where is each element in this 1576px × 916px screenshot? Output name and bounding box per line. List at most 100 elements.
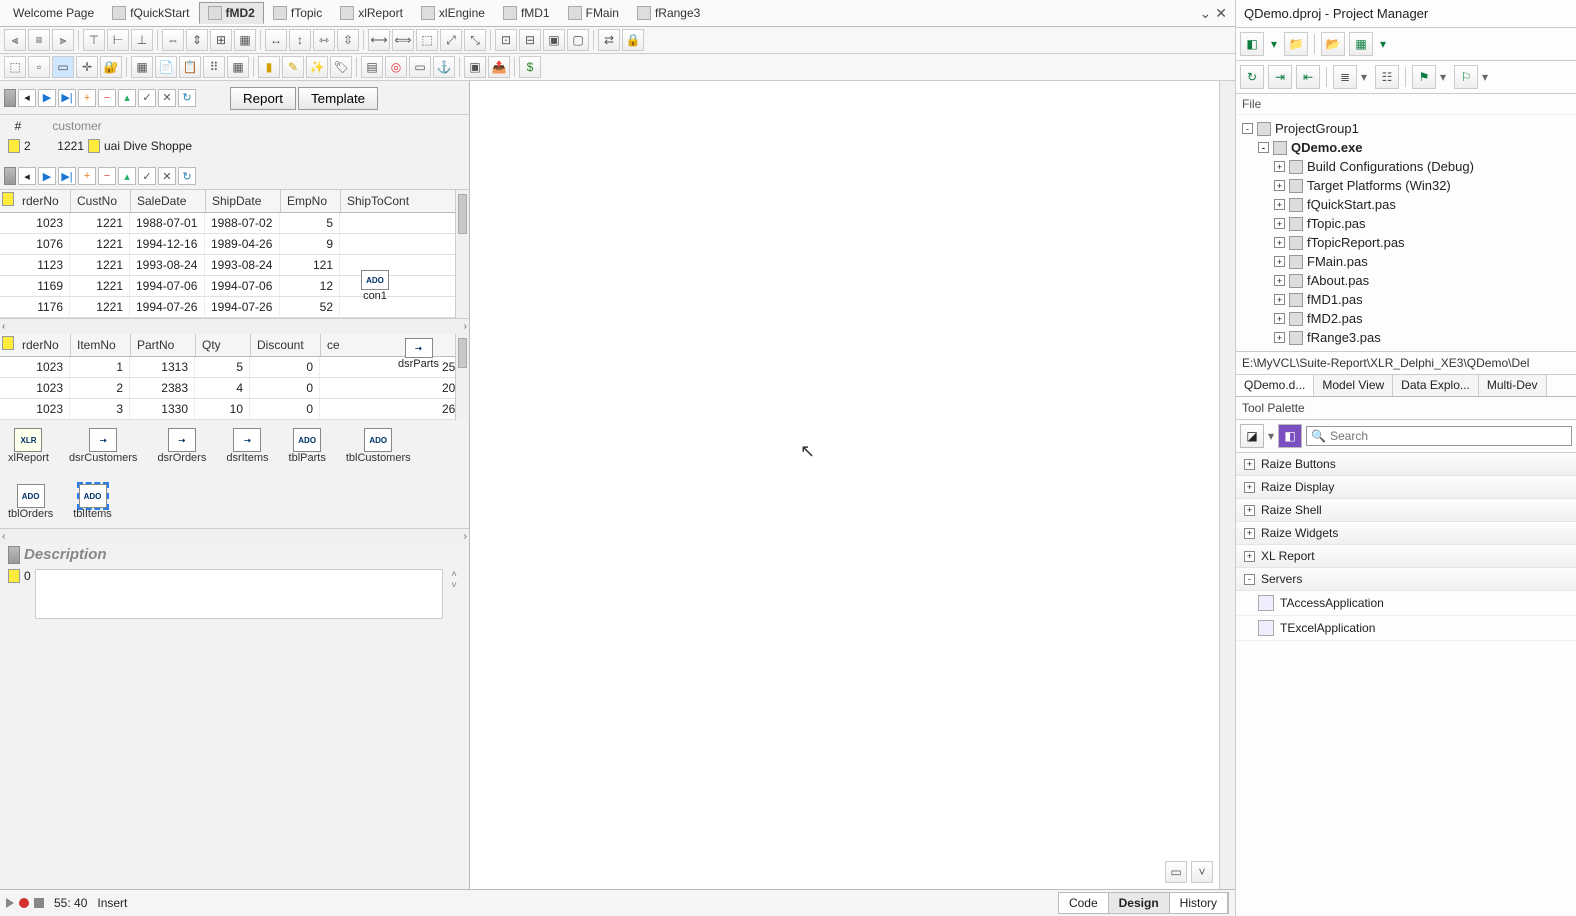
page-icon[interactable]: 📄 bbox=[155, 56, 177, 78]
palette-category[interactable]: +Raize Buttons bbox=[1236, 453, 1576, 476]
hscroll-orders[interactable]: ‹› bbox=[0, 318, 469, 334]
tab-dataexplorer[interactable]: Data Explo... bbox=[1393, 375, 1479, 396]
align-bounds-icon[interactable]: ⊞ bbox=[210, 29, 232, 51]
col-shipdate[interactable]: ShipDate bbox=[206, 190, 281, 212]
col-itemno[interactable]: ItemNo bbox=[71, 334, 131, 356]
palette-category[interactable]: -Servers bbox=[1236, 568, 1576, 591]
dropdown-icon[interactable]: ▾ bbox=[1482, 70, 1492, 84]
tab-xlreport[interactable]: xlReport bbox=[331, 2, 412, 24]
description-input[interactable] bbox=[35, 569, 443, 619]
expand-icon[interactable]: + bbox=[1274, 294, 1285, 305]
grid-icon[interactable]: ▦ bbox=[131, 56, 153, 78]
tab-welcome[interactable]: Welcome Page bbox=[4, 2, 103, 24]
stop-led-icon[interactable] bbox=[34, 898, 44, 908]
center-v-icon[interactable]: ⊟ bbox=[519, 29, 541, 51]
tab-multidev[interactable]: Multi-Dev bbox=[1479, 375, 1547, 396]
group-icon[interactable]: ▦ bbox=[227, 56, 249, 78]
expand-icon[interactable]: + bbox=[1274, 275, 1285, 286]
nav-next-icon[interactable]: ▶| bbox=[58, 167, 76, 185]
dropdown-icon[interactable]: ▾ bbox=[1268, 429, 1274, 443]
palette-search-input[interactable] bbox=[1330, 429, 1567, 443]
highlight-icon[interactable]: ▮ bbox=[258, 56, 280, 78]
nav-handle-icon[interactable] bbox=[4, 167, 16, 185]
col-orderno[interactable]: rderNo bbox=[16, 190, 71, 212]
new-icon[interactable]: ▭ bbox=[409, 56, 431, 78]
tree-node[interactable]: +fTopic.pas bbox=[1242, 214, 1570, 233]
dropdown-icon[interactable]: ▾ bbox=[1377, 32, 1389, 56]
size-both-icon[interactable]: ⬚ bbox=[416, 29, 438, 51]
nav-delete-icon[interactable]: − bbox=[98, 89, 116, 107]
nav-cancel-icon[interactable]: ✕ bbox=[158, 89, 176, 107]
component-dsrparts[interactable]: ⇢dsrParts bbox=[398, 338, 439, 370]
center-h-icon[interactable]: ⊡ bbox=[495, 29, 517, 51]
nav-insert-icon[interactable]: + bbox=[78, 167, 96, 185]
export-icon[interactable]: 📤 bbox=[488, 56, 510, 78]
size-w-icon[interactable]: ⟷ bbox=[368, 29, 390, 51]
tree-node[interactable]: -ProjectGroup1 bbox=[1242, 119, 1570, 138]
tab-fquickstart[interactable]: fQuickStart bbox=[103, 2, 198, 24]
panel-handle-icon[interactable] bbox=[8, 546, 20, 564]
nav-next-icon[interactable]: ▶| bbox=[58, 89, 76, 107]
palette-category-icon[interactable]: ◧ bbox=[1278, 424, 1302, 448]
tree-node[interactable]: +Build Configurations (Debug) bbox=[1242, 157, 1570, 176]
target-icon[interactable]: ◎ bbox=[385, 56, 407, 78]
component-xlreport[interactable]: XLRxlReport bbox=[8, 428, 49, 464]
tree-node[interactable]: +fMD2.pas bbox=[1242, 309, 1570, 328]
tab-order-icon[interactable]: ⇄ bbox=[598, 29, 620, 51]
shrink-icon[interactable]: ⤡ bbox=[464, 29, 486, 51]
expand-icon[interactable]: + bbox=[1274, 237, 1285, 248]
nav-prev-icon[interactable]: ▶ bbox=[38, 89, 56, 107]
align-right-icon[interactable]: ⫸ bbox=[52, 29, 74, 51]
space-v-icon[interactable]: ↕ bbox=[289, 29, 311, 51]
tabs-close-icon[interactable]: ✕ bbox=[1215, 5, 1227, 22]
expand-icon[interactable]: + bbox=[1244, 528, 1255, 539]
col-saledate[interactable]: SaleDate bbox=[131, 190, 206, 212]
align-center-icon[interactable]: ≡ bbox=[28, 29, 50, 51]
expand-icon[interactable]: - bbox=[1242, 123, 1253, 134]
layout-toggle-icon[interactable]: ▭ bbox=[1165, 861, 1187, 883]
tab-design[interactable]: Design bbox=[1109, 893, 1170, 913]
tab-fmd2[interactable]: fMD2 bbox=[199, 2, 264, 24]
anchor-icon[interactable]: ⚓ bbox=[433, 56, 455, 78]
nav-edit-icon[interactable]: ▴ bbox=[118, 89, 136, 107]
sync-in-icon[interactable]: ⇤ bbox=[1296, 65, 1320, 89]
tree-node[interactable]: +fTopicReport.pas bbox=[1242, 233, 1570, 252]
nav-edit-icon[interactable]: ▴ bbox=[118, 167, 136, 185]
col-shiptocont[interactable]: ShipToCont bbox=[341, 190, 469, 212]
align-top-icon[interactable]: ⊤ bbox=[83, 29, 105, 51]
pm-new-icon[interactable]: ◧ bbox=[1240, 32, 1264, 56]
hscroll-items[interactable]: ‹› bbox=[0, 528, 469, 544]
nav-cancel-icon[interactable]: ✕ bbox=[158, 167, 176, 185]
dotted-icon[interactable]: ▫ bbox=[28, 56, 50, 78]
window-icon[interactable]: ▣ bbox=[464, 56, 486, 78]
lock-icon[interactable]: 🔒 bbox=[622, 29, 644, 51]
vscroll-icon[interactable] bbox=[455, 190, 469, 318]
tab-ftopic[interactable]: fTopic bbox=[264, 2, 331, 24]
tag-icon[interactable]: 🏷 bbox=[330, 56, 352, 78]
tab-code[interactable]: Code bbox=[1059, 893, 1109, 913]
copy-icon[interactable]: 📋 bbox=[179, 56, 201, 78]
component-dsritems[interactable]: ⇢dsrItems bbox=[226, 428, 268, 464]
expand-icon[interactable]: + bbox=[1274, 256, 1285, 267]
select-icon[interactable]: ⬚ bbox=[4, 56, 26, 78]
align-snap-icon[interactable]: ▦ bbox=[234, 29, 256, 51]
tree-node[interactable]: +fRange3.pas bbox=[1242, 328, 1570, 347]
tab-history[interactable]: History bbox=[1170, 893, 1228, 913]
scroll-up-icon[interactable]: ˄ bbox=[451, 569, 457, 580]
tab-fmd1[interactable]: fMD1 bbox=[494, 2, 559, 24]
component-dsrcustomers[interactable]: ⇢dsrCustomers bbox=[69, 428, 137, 464]
list-icon[interactable]: ≣ bbox=[1333, 65, 1357, 89]
nav-prev-icon[interactable]: ▶ bbox=[38, 167, 56, 185]
tab-modelview[interactable]: Model View bbox=[1314, 375, 1393, 396]
tree-node[interactable]: +fQuickStart.pas bbox=[1242, 195, 1570, 214]
nav-handle-icon[interactable] bbox=[4, 89, 16, 107]
space-h-icon[interactable]: ↔ bbox=[265, 29, 287, 51]
expand-icon[interactable]: + bbox=[1274, 313, 1285, 324]
tree-node[interactable]: +Target Platforms (Win32) bbox=[1242, 176, 1570, 195]
pencil-icon[interactable]: ✎ bbox=[282, 56, 304, 78]
component-tblorders[interactable]: ADOtblOrders bbox=[8, 484, 53, 520]
palette-category[interactable]: +Raize Widgets bbox=[1236, 522, 1576, 545]
col-custno[interactable]: CustNo bbox=[71, 190, 131, 212]
crosshair-icon[interactable]: ✛ bbox=[76, 56, 98, 78]
nav-delete-icon[interactable]: − bbox=[98, 167, 116, 185]
